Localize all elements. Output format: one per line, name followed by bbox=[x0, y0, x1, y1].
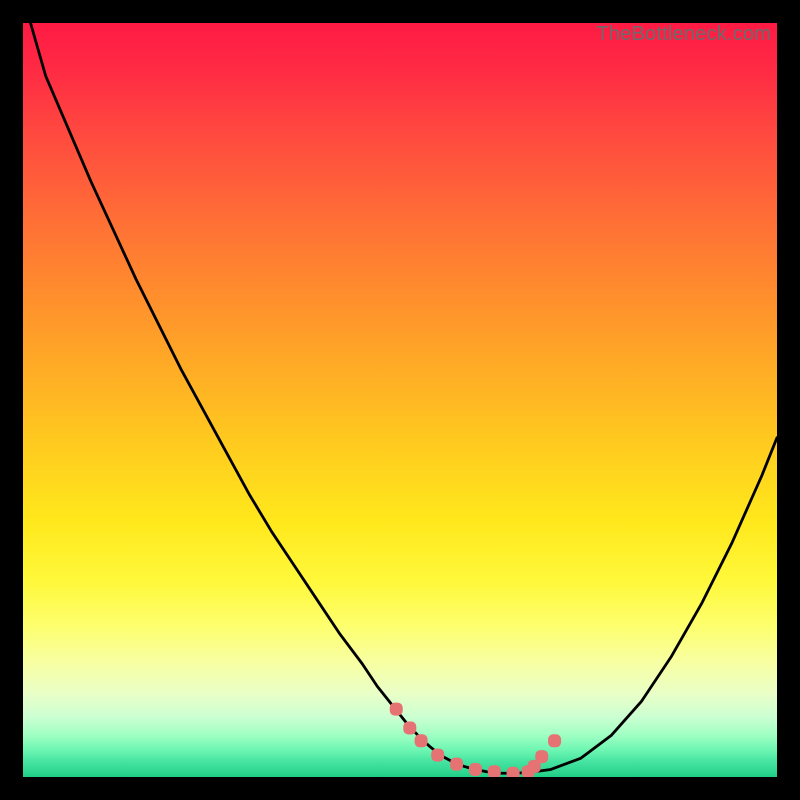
watermark-label: TheBottleneck.com bbox=[596, 23, 771, 46]
outer-frame: TheBottleneck.com bbox=[0, 0, 800, 800]
gradient-background bbox=[23, 23, 777, 777]
plot-area: TheBottleneck.com bbox=[23, 23, 777, 777]
